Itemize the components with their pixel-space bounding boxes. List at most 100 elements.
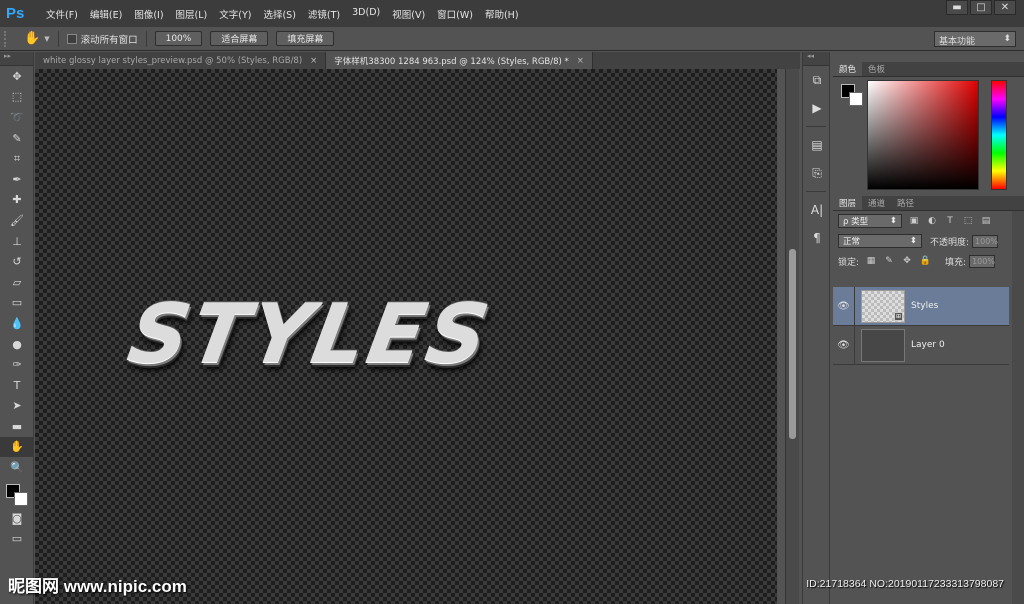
character-panel-icon[interactable]: A|: [803, 196, 831, 224]
marquee-tool-icon[interactable]: ⬚: [0, 87, 34, 108]
hand-tool-icon[interactable]: ✋: [0, 436, 34, 458]
chevron-down-icon[interactable]: ▼: [44, 35, 49, 43]
layer-row[interactable]: 👁 ⊞ Styles: [833, 286, 1009, 326]
chevron-down-icon: ⬍: [1003, 34, 1011, 44]
menu-item[interactable]: 选择(S): [257, 7, 301, 21]
lock-all-icon[interactable]: 🔒: [919, 255, 931, 267]
layer-filter-select[interactable]: ρ 类型 ⬍: [838, 214, 902, 228]
quick-mask-icon[interactable]: ◙: [0, 508, 34, 529]
minimize-button[interactable]: ▬: [946, 0, 968, 15]
close-icon[interactable]: ×: [310, 56, 317, 66]
zoom-tool-icon[interactable]: 🔍: [0, 457, 34, 478]
clone-source-icon[interactable]: ⎘: [803, 159, 831, 187]
panel-tab[interactable]: 路径: [891, 196, 920, 210]
quick-select-tool-icon[interactable]: ✎: [0, 128, 34, 149]
brush-tool-icon[interactable]: 🖌: [0, 210, 34, 231]
paragraph-panel-icon[interactable]: ¶: [803, 224, 831, 252]
opacity-input[interactable]: 100%: [972, 234, 999, 248]
layer-name[interactable]: Layer 0: [911, 340, 945, 350]
menu-item[interactable]: 3D(D): [346, 7, 386, 21]
layers-scrollbar[interactable]: [1012, 211, 1024, 604]
clone-stamp-tool-icon[interactable]: ⊥: [0, 231, 34, 252]
document-tab[interactable]: 字体样机38300 1284 963.psd @ 124% (Styles, R…: [326, 52, 593, 69]
workspace-select[interactable]: 基本功能 ⬍: [934, 31, 1016, 47]
menu-item[interactable]: 图像(I): [128, 7, 169, 21]
opacity-label: 不透明度:: [930, 237, 970, 248]
hand-icon[interactable]: ✋: [24, 31, 40, 46]
options-bar-grip[interactable]: [4, 30, 12, 47]
screen-mode-icon[interactable]: ▭: [0, 528, 34, 549]
hue-slider[interactable]: [991, 80, 1007, 190]
restore-button[interactable]: □: [970, 0, 992, 15]
crop-tool-icon[interactable]: ⌗: [0, 148, 34, 169]
type-filter-icon[interactable]: T: [944, 215, 956, 227]
lock-image-icon[interactable]: ✎: [883, 255, 895, 267]
menu-item[interactable]: 文件(F): [40, 7, 84, 21]
menu-item[interactable]: 视图(V): [386, 7, 431, 21]
layer-thumbnail[interactable]: ⊞: [861, 289, 905, 323]
dock-collapse-handle[interactable]: ◂◂: [803, 52, 829, 66]
close-icon[interactable]: ×: [577, 56, 584, 66]
color-spectrum-field[interactable]: [867, 80, 979, 190]
scrollbar-thumb[interactable]: [789, 249, 796, 439]
type-tool-icon[interactable]: T: [0, 375, 34, 396]
smart-object-filter-icon[interactable]: ▤: [980, 215, 992, 227]
menu-item[interactable]: 窗口(W): [431, 7, 479, 21]
lasso-tool-icon[interactable]: ➰: [0, 107, 34, 128]
options-bar: ✋ ▼ 滚动所有窗口 100% 适合屏幕 填充屏幕 基本功能 ⬍: [0, 27, 1024, 51]
divider: [57, 30, 59, 47]
rectangle-tool-icon[interactable]: ▬: [0, 416, 34, 437]
layer-thumbnail[interactable]: [861, 328, 905, 362]
chevron-down-icon: ⬍: [889, 216, 897, 226]
pixel-filter-icon[interactable]: ▣: [908, 215, 920, 227]
document-canvas[interactable]: STYLES: [35, 69, 777, 604]
panel-tab[interactable]: 图层: [833, 196, 863, 210]
layer-row[interactable]: 👁 Layer 0: [833, 325, 1009, 365]
pen-tool-icon[interactable]: ✑: [0, 354, 34, 375]
close-button[interactable]: ✕: [994, 0, 1016, 15]
panel-tab[interactable]: 通道: [862, 196, 891, 210]
move-tool-icon[interactable]: ✥: [0, 66, 34, 87]
blend-mode-select[interactable]: 正常 ⬍: [838, 234, 922, 248]
layer-filter-label: ρ 类型: [843, 217, 869, 227]
toolbar-collapse-handle[interactable]: ▸▸: [0, 52, 33, 66]
menu-item[interactable]: 图层(L): [170, 7, 214, 21]
lock-position-icon[interactable]: ✥: [901, 255, 913, 267]
gradient-tool-icon[interactable]: ▭: [0, 293, 34, 314]
lock-transparent-icon[interactable]: ▦: [865, 255, 877, 267]
image-id-text: ID:21718364 NO:20190117233313798087: [806, 578, 1004, 590]
dodge-tool-icon[interactable]: ●: [0, 334, 34, 355]
blur-tool-icon[interactable]: 💧: [0, 313, 34, 334]
menu-item[interactable]: 帮助(H): [479, 7, 525, 21]
path-select-tool-icon[interactable]: ➤: [0, 396, 34, 417]
healing-brush-tool-icon[interactable]: ✚: [0, 190, 34, 211]
canvas-vertical-scrollbar[interactable]: [785, 69, 799, 604]
eraser-tool-icon[interactable]: ▱: [0, 272, 34, 293]
menu-item[interactable]: 文字(Y): [213, 7, 257, 21]
eye-icon[interactable]: 👁: [833, 325, 855, 365]
blend-mode-value: 正常: [843, 237, 861, 247]
panel-tab[interactable]: 色板: [862, 62, 891, 76]
layers-panel: 图层 通道 路径 ρ 类型 ⬍ ▣ ◐ T ⬚ ▤ 正常 ⬍ 不透明度: 100% …: [833, 196, 1024, 604]
eyedropper-tool-icon[interactable]: ✒: [0, 169, 34, 190]
history-brush-tool-icon[interactable]: ↺: [0, 251, 34, 272]
fill-input[interactable]: 100%: [969, 254, 996, 268]
menu-item[interactable]: 编辑(E): [84, 7, 128, 21]
adjustment-filter-icon[interactable]: ◐: [926, 215, 938, 227]
menu-item[interactable]: 滤镜(T): [302, 7, 346, 21]
fit-screen-button[interactable]: 适合屏幕: [210, 31, 269, 46]
background-color-swatch[interactable]: [14, 491, 28, 506]
panel-tab[interactable]: 颜色: [833, 62, 863, 76]
adjustments-icon[interactable]: ▤: [803, 131, 831, 159]
history-panel-icon[interactable]: ⧉: [803, 66, 831, 94]
smart-object-badge-icon: ⊞: [894, 311, 903, 321]
scroll-all-checkbox[interactable]: [66, 33, 77, 44]
layer-name[interactable]: Styles: [911, 301, 938, 311]
shape-filter-icon[interactable]: ⬚: [962, 215, 974, 227]
fill-screen-button[interactable]: 填充屏幕: [276, 31, 335, 46]
eye-icon[interactable]: 👁: [833, 286, 855, 326]
document-tab[interactable]: white glossy layer styles_preview.psd @ …: [35, 52, 327, 69]
actions-play-icon[interactable]: ▶: [803, 94, 831, 122]
zoom-100-button[interactable]: 100%: [154, 31, 203, 46]
background-color-swatch[interactable]: [849, 92, 863, 106]
